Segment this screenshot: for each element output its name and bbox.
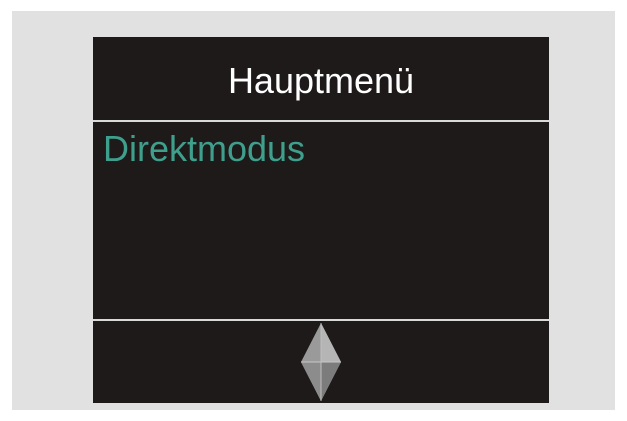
navigation-area [93,321,549,403]
header-divider [93,120,549,122]
screen-header: Hauptmenü [93,37,549,121]
up-down-arrow-icon[interactable] [299,321,343,403]
page-title: Hauptmenü [227,60,415,101]
display-screen: Hauptmenü Direktmodus [93,37,549,403]
menu-list: Direktmodus [93,123,549,317]
menu-item-direktmodus[interactable]: Direktmodus [103,127,305,171]
